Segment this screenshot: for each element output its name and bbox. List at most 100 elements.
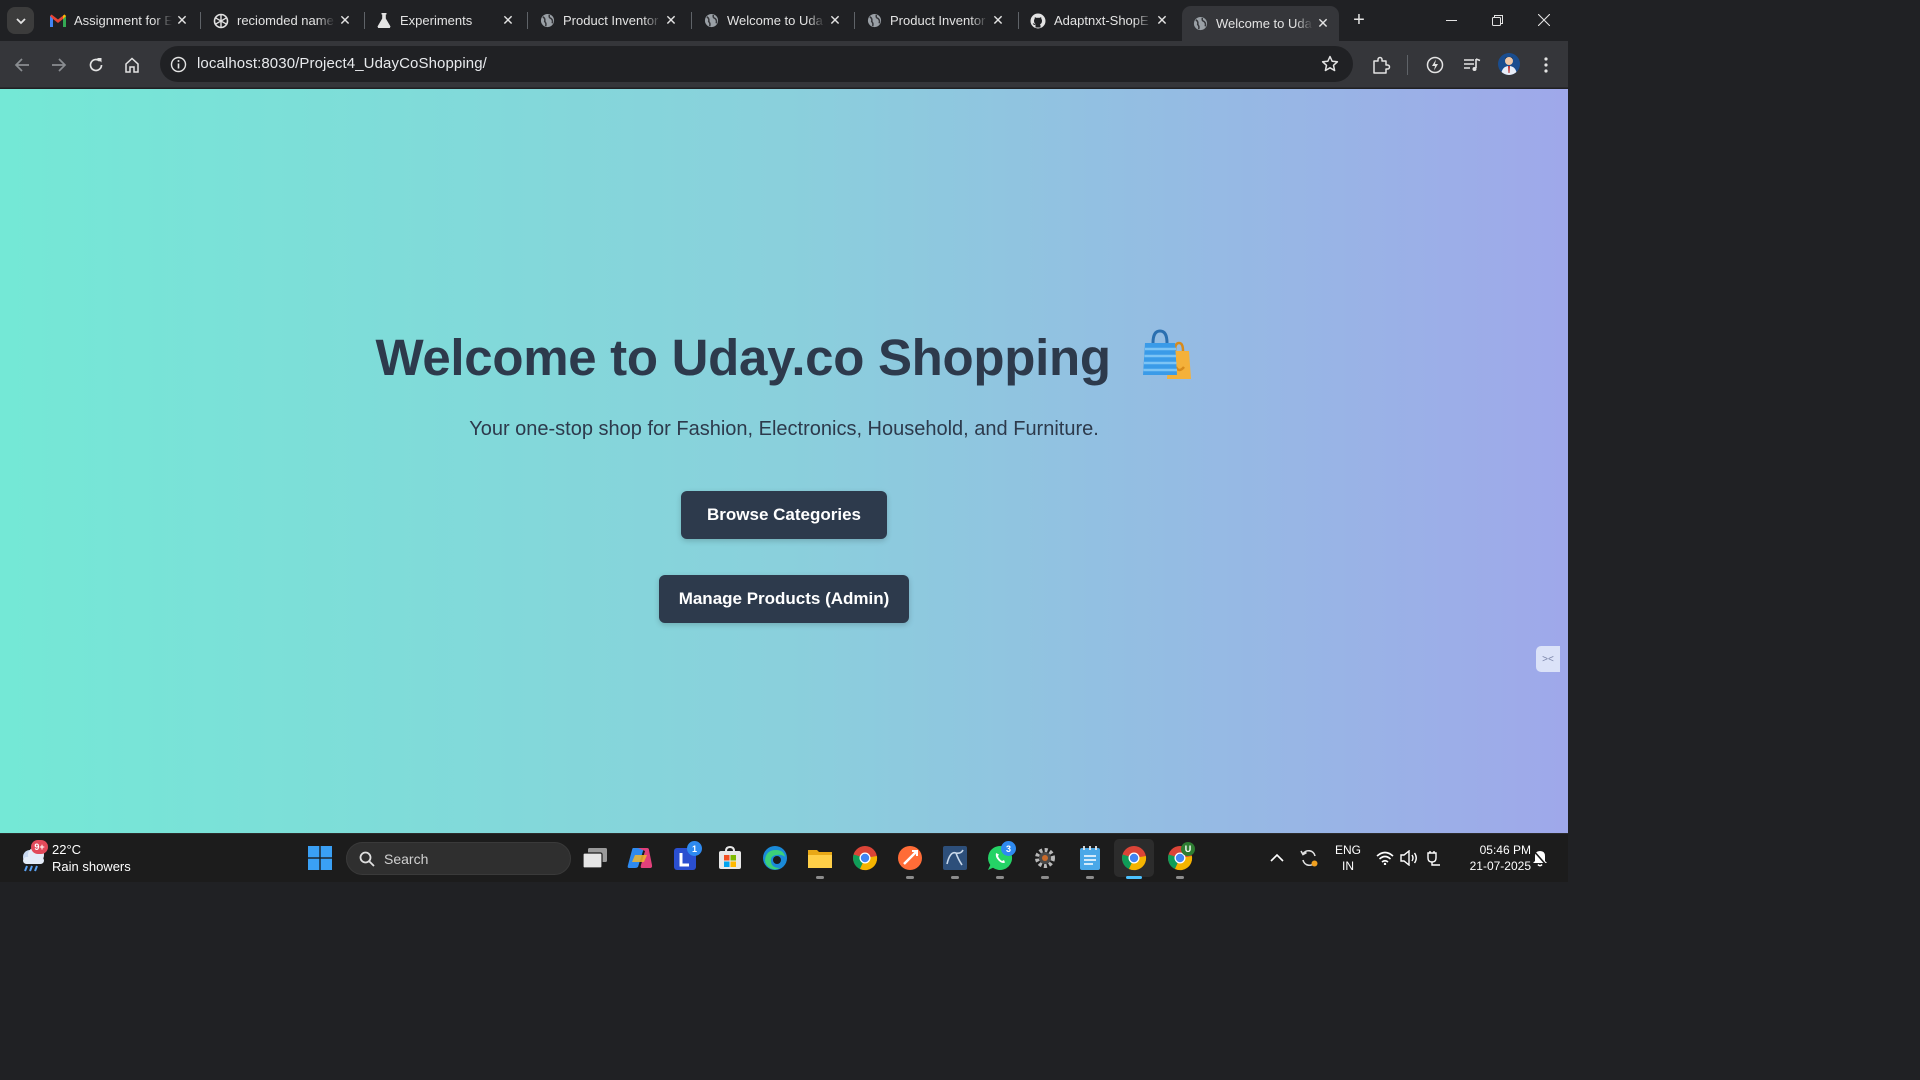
globe-icon xyxy=(703,13,719,29)
running-indicator xyxy=(1041,876,1049,879)
clock[interactable]: 05:46 PM 21-07-2025 xyxy=(1455,842,1531,874)
globe-icon xyxy=(539,13,555,29)
running-indicator xyxy=(1176,876,1184,879)
home-icon xyxy=(125,57,139,73)
back-button[interactable] xyxy=(8,51,36,79)
close-icon[interactable]: ✕ xyxy=(988,11,1008,31)
file-explorer-icon[interactable] xyxy=(806,844,834,872)
new-tab-button[interactable]: + xyxy=(1347,8,1371,32)
taskbar-search[interactable]: Search xyxy=(346,842,571,875)
copilot-icon[interactable] xyxy=(626,844,654,872)
running-indicator xyxy=(996,876,1004,879)
manage-products-button[interactable]: Manage Products (Admin) xyxy=(659,575,909,623)
tab-5[interactable]: Welcome to Uda ✕ xyxy=(693,6,851,35)
tab-title: Experiments xyxy=(400,13,473,28)
profile-avatar[interactable] xyxy=(1498,53,1520,75)
volume-icon[interactable] xyxy=(1397,844,1421,872)
openai-icon xyxy=(213,13,229,29)
running-indicator xyxy=(816,876,824,879)
mysql-workbench-icon[interactable] xyxy=(941,844,969,872)
task-view-icon[interactable] xyxy=(581,844,609,872)
tab-search-button[interactable] xyxy=(7,7,34,34)
tab-divider xyxy=(1018,12,1019,29)
restore-button[interactable] xyxy=(1474,0,1520,40)
page-subtitle: Your one-stop shop for Fashion, Electron… xyxy=(469,418,1099,440)
globe-icon xyxy=(866,13,882,29)
tab-title: Welcome to Uda xyxy=(727,13,823,28)
windows-taskbar: 9+ 22°C Rain showers Search 1 3 U ENG IN… xyxy=(0,833,1568,882)
close-window-button[interactable] xyxy=(1521,0,1567,40)
close-icon[interactable]: ✕ xyxy=(825,11,845,31)
tab-8-active[interactable]: Welcome to Uda ✕ xyxy=(1182,6,1339,41)
settings-gear-icon[interactable] xyxy=(1031,844,1059,872)
close-icon[interactable]: ✕ xyxy=(661,11,681,31)
close-icon[interactable]: ✕ xyxy=(172,11,192,31)
language-code: ENG xyxy=(1334,843,1361,857)
media-control-icon[interactable] xyxy=(1461,54,1483,76)
url-text[interactable]: localhost:8030/Project4_UdayCoShopping/ xyxy=(197,55,487,72)
search-placeholder: Search xyxy=(384,851,429,867)
tab-title: Product Inventor xyxy=(890,13,986,28)
microsoft-store-icon[interactable] xyxy=(716,844,744,872)
region-code: IN xyxy=(1342,859,1354,873)
chrome-profile-badge: U xyxy=(1181,842,1195,856)
tab-1[interactable]: Assignment for E ✕ xyxy=(40,6,198,35)
close-icon[interactable]: ✕ xyxy=(1313,14,1333,34)
reload-button[interactable] xyxy=(82,51,110,79)
forward-button[interactable] xyxy=(45,51,73,79)
tab-title: reciomded name xyxy=(237,13,334,28)
language-indicator[interactable]: ENG IN xyxy=(1331,842,1365,874)
star-icon[interactable] xyxy=(1321,55,1339,73)
extensions-icon[interactable] xyxy=(1370,54,1392,76)
running-indicator xyxy=(906,876,914,879)
tab-2[interactable]: reciomded name ✕ xyxy=(203,6,361,35)
browse-categories-button[interactable]: Browse Categories xyxy=(681,491,887,539)
wifi-icon[interactable] xyxy=(1373,844,1397,872)
address-bar[interactable]: localhost:8030/Project4_UdayCoShopping/ xyxy=(160,46,1353,82)
close-icon[interactable]: ✕ xyxy=(335,11,355,31)
windows-start-icon[interactable] xyxy=(306,844,334,872)
battery-charging-icon[interactable] xyxy=(1422,844,1446,872)
tab-title: Adaptnxt-ShopE xyxy=(1054,13,1149,28)
teams-badge: 1 xyxy=(687,841,702,856)
notepad-icon[interactable] xyxy=(1076,844,1104,872)
tab-3[interactable]: Experiments ✕ xyxy=(366,6,524,35)
weather-alert-badge: 9+ xyxy=(31,840,48,854)
tab-7[interactable]: Adaptnxt-ShopE ✕ xyxy=(1020,6,1178,35)
chrome-profile-1-icon[interactable] xyxy=(1114,839,1154,877)
tab-4[interactable]: Product Inventor ✕ xyxy=(529,6,687,35)
minimize-button[interactable] xyxy=(1428,0,1474,40)
whatsapp-badge: 3 xyxy=(1001,841,1016,856)
edge-icon[interactable] xyxy=(761,844,789,872)
globe-icon xyxy=(1192,16,1208,32)
toolbar-divider xyxy=(1407,55,1408,75)
sync-icon[interactable] xyxy=(1295,844,1323,872)
arrow-left-icon xyxy=(14,58,29,72)
chevron-up-icon[interactable] xyxy=(1263,844,1291,872)
chevron-down-icon xyxy=(15,17,26,24)
running-indicator xyxy=(951,876,959,879)
tab-divider xyxy=(200,12,201,29)
close-icon[interactable]: ✕ xyxy=(498,11,518,31)
github-icon xyxy=(1030,13,1046,29)
site-info-icon[interactable] xyxy=(168,54,188,74)
performance-icon[interactable] xyxy=(1424,54,1446,76)
weather-description: Rain showers xyxy=(52,859,131,874)
postman-icon[interactable] xyxy=(896,844,924,872)
close-icon[interactable]: ✕ xyxy=(1152,11,1172,31)
page-viewport: Welcome to Uday.co Shopping Your one-sto… xyxy=(0,89,1568,833)
tab-6[interactable]: Product Inventor ✕ xyxy=(856,6,1014,35)
tab-title: Assignment for E xyxy=(74,13,172,28)
browser-toolbar: localhost:8030/Project4_UdayCoShopping/ xyxy=(0,41,1568,88)
active-indicator xyxy=(1126,876,1142,879)
tab-divider xyxy=(691,12,692,29)
minimize-icon xyxy=(1445,19,1457,21)
chrome-icon[interactable] xyxy=(851,844,879,872)
notification-bell-icon[interactable] xyxy=(1529,844,1551,872)
more-menu-icon[interactable] xyxy=(1535,54,1557,76)
tab-title: Product Inventor xyxy=(563,13,659,28)
search-icon xyxy=(359,851,375,867)
arrow-right-icon xyxy=(52,58,67,72)
home-button[interactable] xyxy=(118,51,146,79)
collapse-panel-icon[interactable]: >< xyxy=(1536,646,1560,672)
